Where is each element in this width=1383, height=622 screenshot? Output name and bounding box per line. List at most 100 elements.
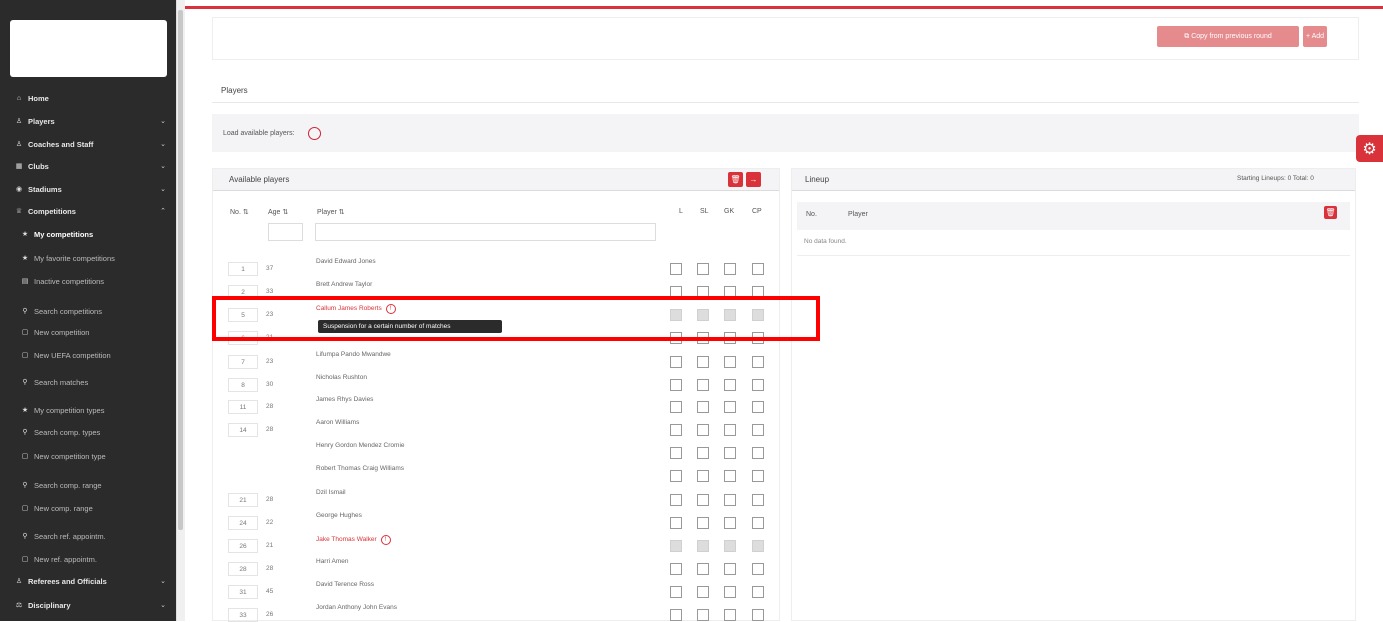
role-checkbox-l[interactable] xyxy=(670,447,682,459)
sidebar-item-search-ref-appointm-[interactable]: ⚲ Search ref. appointm. xyxy=(0,528,176,544)
sidebar-item-players[interactable]: ♙ Players ⌄ xyxy=(0,113,176,129)
sidebar-item-my-favorite-competitions[interactable]: ★ My favorite competitions xyxy=(0,250,176,266)
role-checkbox-sl[interactable] xyxy=(697,356,709,368)
player-name[interactable]: David Terence Ross xyxy=(316,581,374,588)
player-name[interactable]: Brett Andrew Taylor xyxy=(316,281,372,288)
column-header-no[interactable]: No. ⇅ xyxy=(230,208,249,216)
sidebar-item-search-competitions[interactable]: ⚲ Search competitions xyxy=(0,303,176,319)
player-number-input[interactable]: 31 xyxy=(228,585,258,599)
role-checkbox-l[interactable] xyxy=(670,356,682,368)
sidebar-item-search-comp-range[interactable]: ⚲ Search comp. range xyxy=(0,477,176,493)
player-name[interactable]: Aaron Williams xyxy=(316,419,359,426)
info-icon[interactable]: ! xyxy=(380,535,391,545)
player-name[interactable]: James Rhys Davies xyxy=(316,396,373,403)
player-number-input[interactable]: 14 xyxy=(228,423,258,437)
role-checkbox-gk[interactable] xyxy=(724,447,736,459)
sidebar-item-new-competition[interactable]: ▢ New competition xyxy=(0,324,176,340)
role-checkbox-sl[interactable] xyxy=(697,470,709,482)
role-checkbox-cp[interactable] xyxy=(752,424,764,436)
role-checkbox-sl[interactable] xyxy=(697,379,709,391)
role-checkbox-cp[interactable] xyxy=(752,563,764,575)
sidebar-item-my-competitions[interactable]: ★ My competitions xyxy=(0,226,176,242)
role-checkbox-cp[interactable] xyxy=(752,263,764,275)
sidebar-item-my-competition-types[interactable]: ★ My competition types xyxy=(0,402,176,418)
player-name[interactable]: Jake Thomas Walker! xyxy=(316,535,391,545)
player-name[interactable]: David Edward Jones xyxy=(316,258,376,265)
sidebar-item-referees-and-officials[interactable]: ♙ Referees and Officials ⌄ xyxy=(0,573,176,589)
move-to-lineup-arrow-icon[interactable]: → xyxy=(746,172,761,187)
role-checkbox-gk[interactable] xyxy=(724,356,736,368)
role-checkbox-gk[interactable] xyxy=(724,563,736,575)
role-checkbox-cp[interactable] xyxy=(752,494,764,506)
sidebar-item-stadiums[interactable]: ◉ Stadiums ⌄ xyxy=(0,181,176,197)
player-number-input[interactable]: 1 xyxy=(228,262,258,276)
role-checkbox-sl[interactable] xyxy=(697,401,709,413)
role-checkbox-l[interactable] xyxy=(670,470,682,482)
role-checkbox-gk[interactable] xyxy=(724,470,736,482)
player-number-input[interactable] xyxy=(228,469,258,483)
role-checkbox-cp[interactable] xyxy=(752,586,764,598)
player-number-input[interactable] xyxy=(228,446,258,460)
player-number-input[interactable]: 11 xyxy=(228,400,258,414)
sidebar-item-home[interactable]: ⌂ Home xyxy=(0,90,176,106)
role-checkbox-sl[interactable] xyxy=(697,447,709,459)
copy-from-previous-round-button[interactable]: ⧉ Copy from previous round xyxy=(1157,26,1299,47)
player-number-input[interactable]: 28 xyxy=(228,562,258,576)
player-name[interactable]: Jordan Anthony John Evans xyxy=(316,604,397,611)
role-checkbox-sl[interactable] xyxy=(697,563,709,575)
sidebar-item-coaches-and-staff[interactable]: ♙ Coaches and Staff ⌄ xyxy=(0,136,176,152)
player-number-input[interactable]: 8 xyxy=(228,378,258,392)
sidebar-item-clubs[interactable]: ▦ Clubs ⌄ xyxy=(0,158,176,174)
role-checkbox-l[interactable] xyxy=(670,401,682,413)
sidebar-item-search-comp-types[interactable]: ⚲ Search comp. types xyxy=(0,424,176,440)
role-checkbox-cp[interactable] xyxy=(752,379,764,391)
role-checkbox-gk[interactable] xyxy=(724,263,736,275)
sidebar-item-new-comp-range[interactable]: ▢ New comp. range xyxy=(0,500,176,516)
player-name[interactable]: Harri Amen xyxy=(316,558,349,565)
column-header-age[interactable]: Age ⇅ xyxy=(268,208,288,216)
role-checkbox-l[interactable] xyxy=(670,609,682,621)
player-number-input[interactable]: 21 xyxy=(228,493,258,507)
role-checkbox-gk[interactable] xyxy=(724,609,736,621)
role-checkbox-gk[interactable] xyxy=(724,586,736,598)
settings-gear-icon[interactable]: ⚙ xyxy=(1356,135,1383,162)
sidebar-scroll-thumb[interactable] xyxy=(178,10,183,530)
sidebar-item-new-ref-appointm-[interactable]: ▢ New ref. appointm. xyxy=(0,551,176,567)
player-name[interactable]: Nicholas Rushton xyxy=(316,374,367,381)
role-checkbox-gk[interactable] xyxy=(724,517,736,529)
role-checkbox-l[interactable] xyxy=(670,586,682,598)
player-number-input[interactable]: 24 xyxy=(228,516,258,530)
role-checkbox-cp[interactable] xyxy=(752,356,764,368)
role-checkbox-gk[interactable] xyxy=(724,424,736,436)
player-number-input[interactable]: 33 xyxy=(228,608,258,622)
sidebar-item-new-competition-type[interactable]: ▢ New competition type xyxy=(0,448,176,464)
player-number-input[interactable]: 26 xyxy=(228,539,258,553)
role-checkbox-gk[interactable] xyxy=(724,494,736,506)
role-checkbox-sl[interactable] xyxy=(697,424,709,436)
role-checkbox-cp[interactable] xyxy=(752,609,764,621)
sidebar-item-disciplinary[interactable]: ⚖ Disciplinary ⌄ xyxy=(0,597,176,613)
age-filter-input[interactable] xyxy=(268,223,303,241)
role-checkbox-sl[interactable] xyxy=(697,494,709,506)
role-checkbox-l[interactable] xyxy=(670,263,682,275)
role-checkbox-cp[interactable] xyxy=(752,470,764,482)
player-name[interactable]: Lifumpa Pando Mwandwe xyxy=(316,351,391,358)
role-checkbox-l[interactable] xyxy=(670,494,682,506)
column-header-player[interactable]: Player ⇅ xyxy=(317,208,345,216)
role-checkbox-sl[interactable] xyxy=(697,586,709,598)
role-checkbox-gk[interactable] xyxy=(724,379,736,391)
role-checkbox-gk[interactable] xyxy=(724,401,736,413)
role-checkbox-l[interactable] xyxy=(670,424,682,436)
role-checkbox-cp[interactable] xyxy=(752,447,764,459)
sidebar-item-search-matches[interactable]: ⚲ Search matches xyxy=(0,374,176,390)
player-filter-input[interactable] xyxy=(315,223,656,241)
role-checkbox-l[interactable] xyxy=(670,517,682,529)
sidebar-item-inactive-competitions[interactable]: ▤ Inactive competitions xyxy=(0,273,176,289)
role-checkbox-cp[interactable] xyxy=(752,401,764,413)
role-checkbox-sl[interactable] xyxy=(697,263,709,275)
delete-icon[interactable]: 🗑 xyxy=(728,172,743,187)
role-checkbox-cp[interactable] xyxy=(752,517,764,529)
player-name[interactable]: Henry Gordon Mendez Cromie xyxy=(316,442,405,449)
role-checkbox-sl[interactable] xyxy=(697,517,709,529)
role-checkbox-l[interactable] xyxy=(670,563,682,575)
